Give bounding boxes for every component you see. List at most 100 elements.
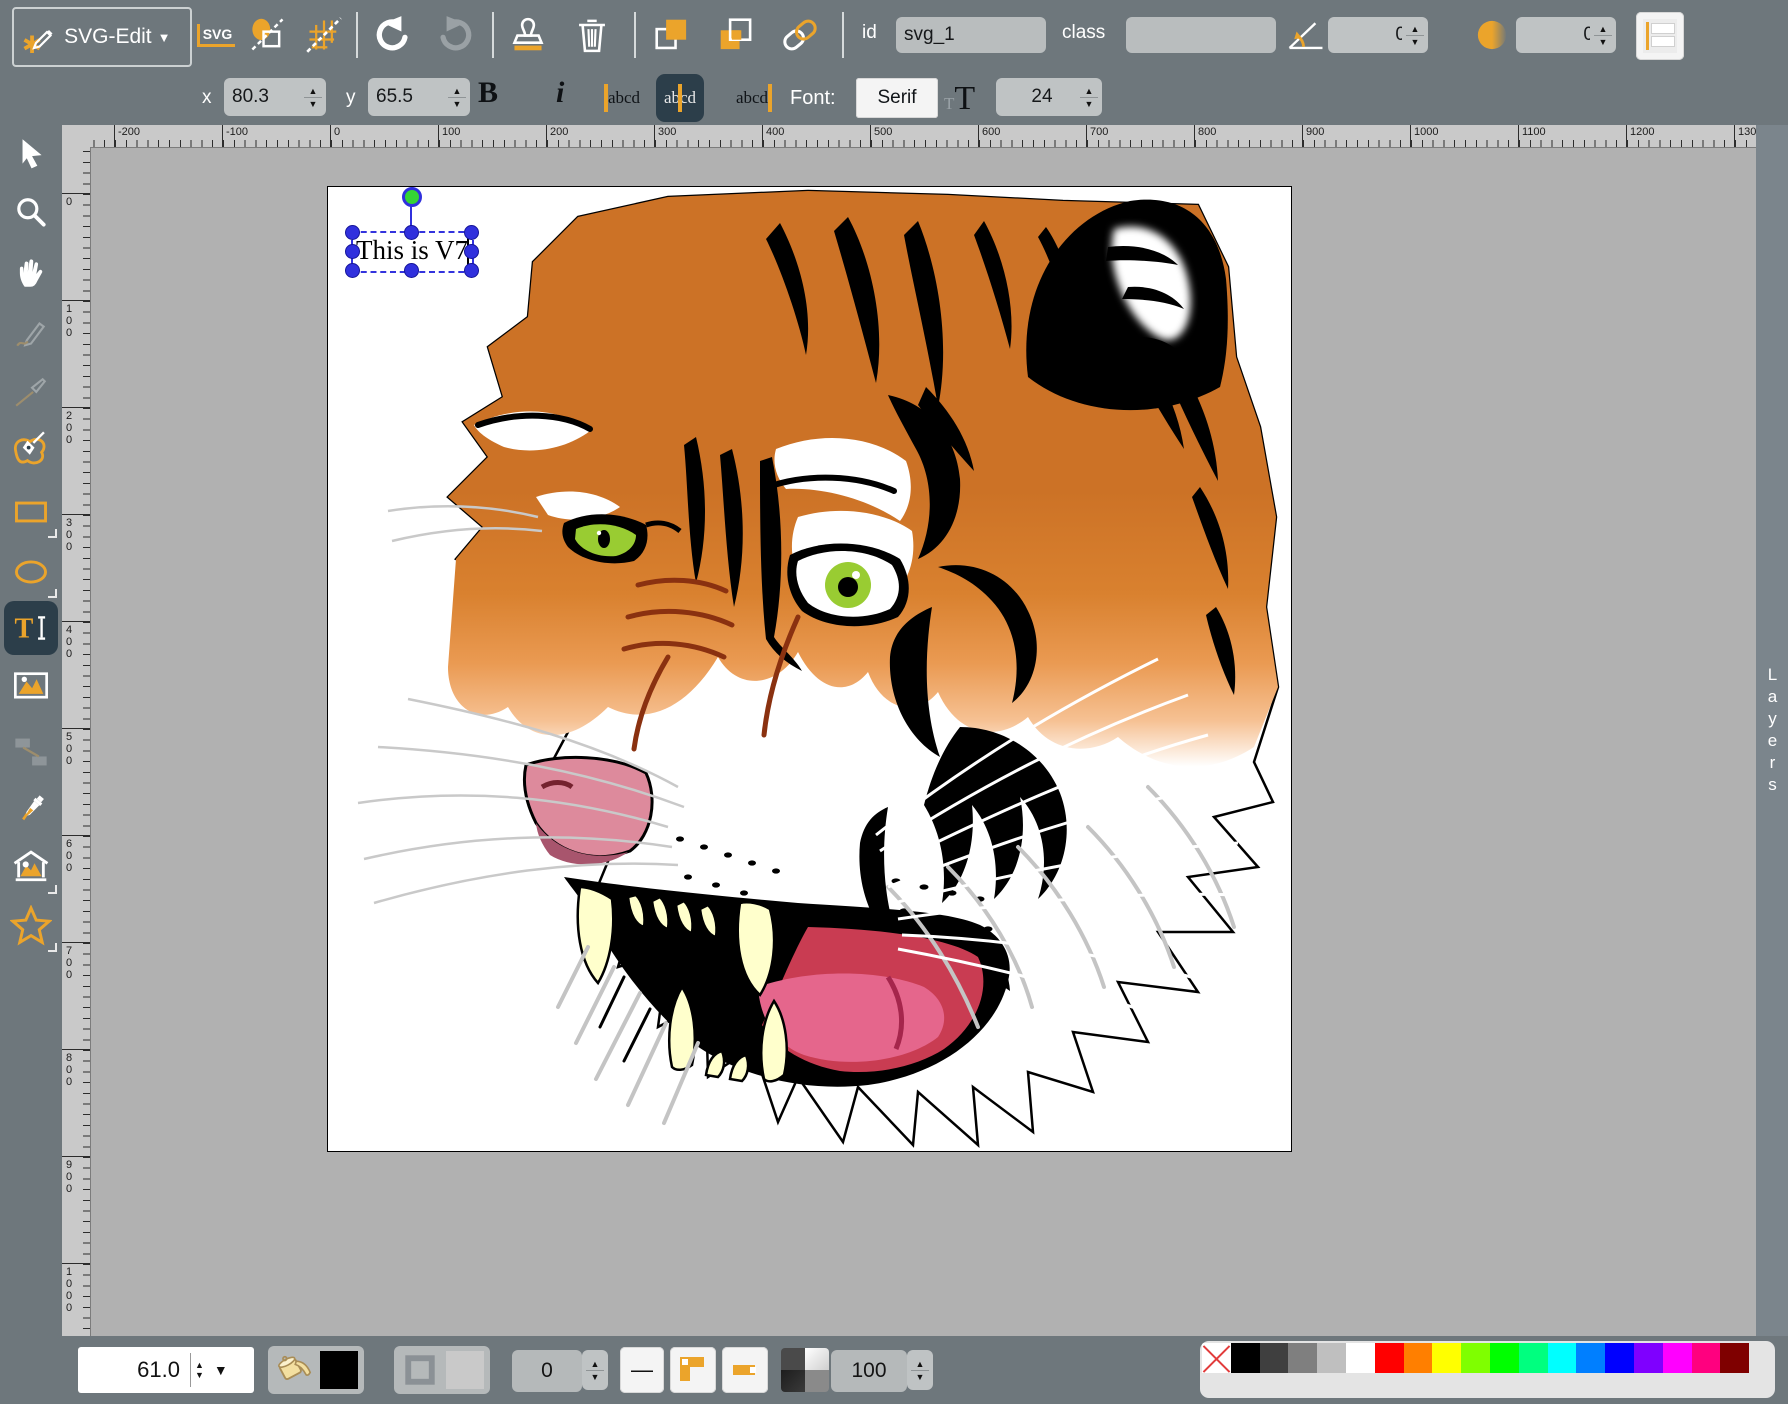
x-input[interactable] (224, 78, 312, 116)
palette-swatch[interactable] (1461, 1343, 1490, 1373)
palette-swatch[interactable] (1404, 1343, 1433, 1373)
tool-shape-library[interactable] (9, 846, 53, 890)
resize-handle-sw[interactable] (345, 263, 360, 278)
bold-button[interactable]: B (478, 76, 498, 110)
palette-swatch[interactable] (1288, 1343, 1317, 1373)
clone-button[interactable] (506, 13, 550, 57)
id-input[interactable] (896, 17, 1046, 53)
zoom-dropdown-icon[interactable]: ▼ (214, 1362, 228, 1378)
zoom-input[interactable] (78, 1356, 182, 1384)
document-properties-button[interactable] (246, 13, 290, 57)
y-spinner[interactable]: ▲▼ (444, 78, 470, 116)
palette-swatch[interactable] (1634, 1343, 1663, 1373)
palette-swatch[interactable] (1490, 1343, 1519, 1373)
tool-select[interactable] (9, 131, 53, 175)
font-size-input[interactable] (996, 78, 1088, 116)
resize-handle-nw[interactable] (345, 225, 360, 240)
linecap-select[interactable] (722, 1347, 768, 1393)
font-size-spinner[interactable]: ▲▼ (1076, 78, 1102, 116)
palette-swatch[interactable] (1346, 1343, 1375, 1373)
spinner-down-icon[interactable]: ▼ (309, 99, 318, 109)
undo-button[interactable] (370, 13, 414, 57)
source-editor-button[interactable]: SVG (194, 13, 238, 57)
tool-ellipse[interactable] (9, 550, 53, 594)
palette-swatch[interactable] (1519, 1343, 1548, 1373)
spinner-up-icon[interactable]: ▲ (1599, 24, 1608, 34)
text-anchor-end-button[interactable]: abcd (728, 74, 776, 122)
spinner-up-icon[interactable]: ▲ (916, 1359, 925, 1369)
resize-handle-ne[interactable] (464, 225, 479, 240)
resize-handle-e[interactable] (464, 244, 479, 259)
resize-handle-s[interactable] (404, 263, 419, 278)
palette-swatch[interactable] (1548, 1343, 1577, 1373)
text-anchor-start-button[interactable]: abcd (600, 74, 648, 122)
tool-line[interactable] (9, 371, 53, 415)
font-family-button[interactable]: Serif (856, 78, 938, 118)
palette-swatch-none[interactable] (1202, 1343, 1231, 1373)
palette-swatch[interactable] (1720, 1343, 1749, 1373)
tool-text[interactable]: T (9, 606, 53, 650)
linejoin-select[interactable] (670, 1347, 716, 1393)
spinner-down-icon[interactable]: ▼ (1411, 37, 1420, 47)
fill-color-swatch[interactable] (320, 1351, 358, 1389)
make-hyperlink-button[interactable] (778, 13, 822, 57)
angle-spinner[interactable]: ▲▼ (1402, 17, 1428, 53)
palette-swatch[interactable] (1576, 1343, 1605, 1373)
opacity-input[interactable] (831, 1350, 907, 1392)
palette-swatch[interactable] (1605, 1343, 1634, 1373)
palette-swatch[interactable] (1260, 1343, 1289, 1373)
palette-swatch[interactable] (1317, 1343, 1346, 1373)
blur-spinner[interactable]: ▲▼ (1590, 17, 1616, 53)
tool-star[interactable] (9, 904, 53, 948)
tool-image[interactable] (9, 664, 53, 708)
palette-swatch[interactable] (1231, 1343, 1260, 1373)
stroke-width-input[interactable] (512, 1350, 582, 1392)
resize-handle-n[interactable] (404, 225, 419, 240)
spinner-down-icon[interactable]: ▼ (591, 1372, 600, 1382)
spinner-down-icon[interactable]: ▼ (1599, 37, 1608, 47)
spinner-up-icon[interactable]: ▲ (309, 86, 318, 96)
align-to-page-button[interactable] (1636, 12, 1684, 60)
tool-pan[interactable] (9, 251, 53, 295)
spinner-down-icon[interactable]: ▼ (916, 1372, 925, 1382)
stroke-width-spinner[interactable]: ▲▼ (582, 1350, 608, 1390)
stroke-dash-select[interactable]: — (620, 1347, 664, 1393)
opacity-spinner[interactable]: ▲▼ (907, 1350, 933, 1390)
spinner-up-icon[interactable]: ▲ (195, 1360, 204, 1370)
zoom-spinner[interactable]: ▲ ▼ (195, 1360, 204, 1380)
spinner-down-icon[interactable]: ▼ (195, 1370, 204, 1380)
tiger-artwork[interactable] (328, 187, 1291, 1151)
redo-button[interactable] (434, 13, 478, 57)
editor-preferences-button[interactable] (302, 13, 346, 57)
spinner-down-icon[interactable]: ▼ (453, 99, 462, 109)
tool-path[interactable] (9, 428, 53, 472)
palette-swatch[interactable] (1432, 1343, 1461, 1373)
stroke-color-swatch[interactable] (446, 1351, 484, 1389)
tool-pencil[interactable] (9, 311, 53, 355)
stroke-color-group[interactable] (394, 1346, 490, 1394)
spinner-up-icon[interactable]: ▲ (591, 1359, 600, 1369)
resize-handle-se[interactable] (464, 263, 479, 278)
main-menu-button[interactable]: ✱ SVG-Edit ▼ (12, 7, 192, 67)
svg-canvas[interactable]: This is V7 (327, 186, 1292, 1152)
zoom-control[interactable]: ▲ ▼ ▼ (78, 1347, 254, 1393)
text-anchor-middle-button[interactable]: abcd (656, 74, 704, 122)
tool-rect[interactable] (9, 490, 53, 534)
x-spinner[interactable]: ▲▼ (300, 78, 326, 116)
palette-swatch[interactable] (1692, 1343, 1721, 1373)
layers-panel-toggle[interactable]: Layers (1756, 125, 1788, 1336)
spinner-up-icon[interactable]: ▲ (1411, 24, 1420, 34)
palette-swatch[interactable] (1375, 1343, 1404, 1373)
tool-zoom[interactable] (9, 191, 53, 235)
class-input[interactable] (1126, 17, 1276, 53)
move-to-top-button[interactable] (650, 13, 694, 57)
spinner-down-icon[interactable]: ▼ (1085, 99, 1094, 109)
y-input[interactable] (368, 78, 456, 116)
tool-connector[interactable] (9, 730, 53, 774)
resize-handle-w[interactable] (345, 244, 360, 259)
delete-button[interactable] (570, 13, 614, 57)
move-to-bottom-button[interactable] (714, 13, 758, 57)
rotate-handle[interactable] (402, 187, 422, 207)
spinner-up-icon[interactable]: ▲ (453, 86, 462, 96)
tool-eyedropper[interactable] (9, 788, 53, 832)
